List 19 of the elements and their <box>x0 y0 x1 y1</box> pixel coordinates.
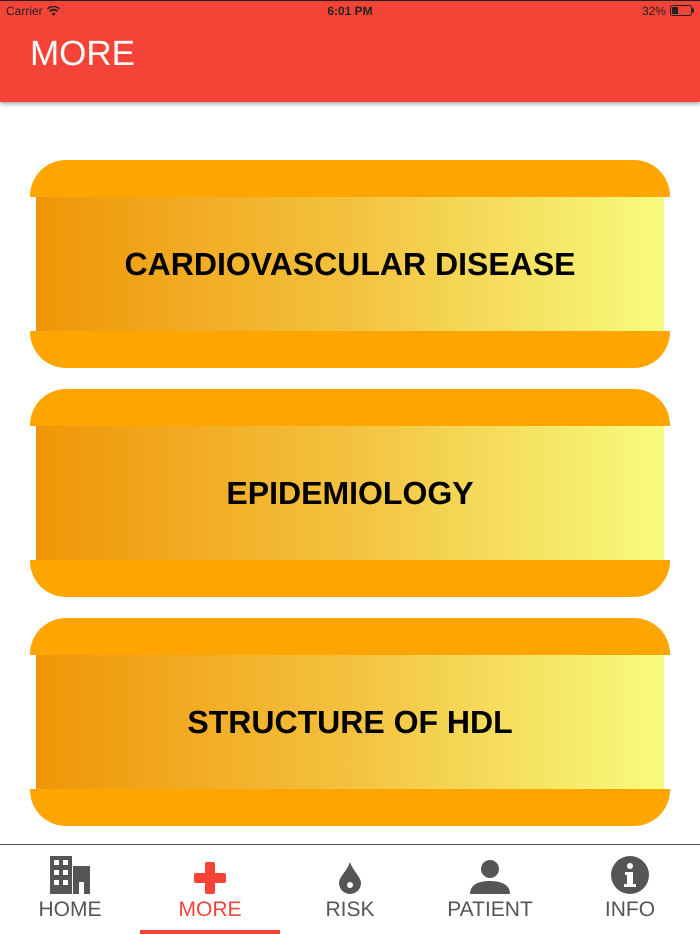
tab-item[interactable]: INFO <box>560 845 700 934</box>
tab-item[interactable]: PATIENT <box>420 845 560 934</box>
tab-item[interactable]: HOME <box>0 845 140 934</box>
building-icon <box>50 856 90 894</box>
topic-button[interactable]: EPIDEMIOLOGY <box>36 426 664 560</box>
page-title: MORE <box>30 34 135 74</box>
info-icon <box>611 856 649 894</box>
plus-icon <box>194 862 226 894</box>
battery-percent: 32% <box>642 4 666 18</box>
drop-icon <box>339 862 361 894</box>
carrier-name: Carrier <box>6 4 43 18</box>
status-time: 6:01 PM <box>327 4 373 18</box>
topic-button[interactable]: CARDIOVASCULAR DISEASE <box>36 197 664 331</box>
tab-item[interactable]: MORE <box>140 845 280 934</box>
battery-icon <box>670 5 694 16</box>
tab-item[interactable]: RISK <box>280 845 420 934</box>
topic-button[interactable]: STRUCTURE OF HDL <box>36 655 664 789</box>
wifi-icon <box>46 6 60 16</box>
person-icon <box>470 860 510 894</box>
